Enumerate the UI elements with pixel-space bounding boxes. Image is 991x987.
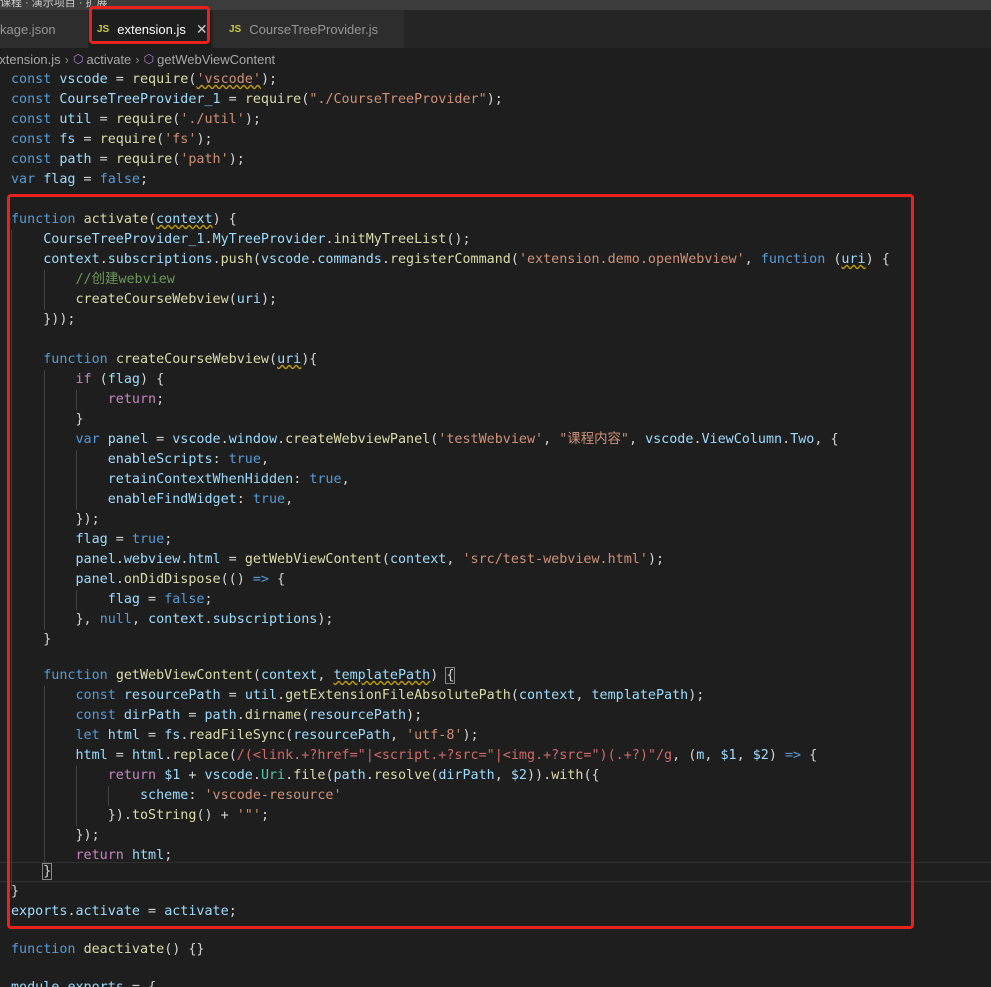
code-line: retainContextWhenHidden: true, <box>107 472 350 487</box>
code-line: return; <box>107 392 165 407</box>
code-line: } <box>11 884 20 899</box>
tab-label: CourseTreeProvider.js <box>249 21 379 37</box>
code-line: enableScripts: true, <box>107 452 269 467</box>
code-line: }); <box>11 512 100 527</box>
code-line: function createCourseWebview(uri){ <box>43 352 318 367</box>
code-line: scheme: 'vscode-resource' <box>140 788 342 803</box>
method-icon: ⬡ <box>143 52 155 66</box>
tab-label: extension.js <box>117 21 186 37</box>
tab-package-json[interactable]: kage.json <box>0 10 89 48</box>
breadcrumb: extension.js › ⬡ activate › ⬡ getWebView… <box>0 48 991 70</box>
code-line: if (flag) { <box>75 372 165 387</box>
code-line: const CourseTreeProvider_1 = require("./… <box>11 92 503 107</box>
code-line: flag = true; <box>75 532 173 547</box>
code-line: const util = require('./util'); <box>11 112 261 127</box>
code-line: function getWebViewContent(context, temp… <box>43 667 456 684</box>
code-line: }).toString() + '"'; <box>11 808 269 823</box>
javascript-file-icon: JS <box>97 23 110 35</box>
breadcrumb-symbol-getwebviewcontent[interactable]: getWebViewContent <box>157 52 275 67</box>
code-line: const resourcePath = util.getExtensionFi… <box>75 688 705 703</box>
code-line: CourseTreeProvider_1.MyTreeProvider.init… <box>43 232 471 247</box>
code-line: })); <box>11 312 76 327</box>
code-line: } <box>11 412 84 427</box>
close-icon[interactable]: ✕ <box>196 21 208 38</box>
code-line: enableFindWidget: true, <box>107 492 294 507</box>
chevron-right-icon: › <box>64 51 69 67</box>
tab-course-tree-provider[interactable]: JS CourseTreeProvider.js <box>213 10 405 48</box>
code-line: createCourseWebview(uri); <box>75 292 278 307</box>
code-line: let html = fs.readFileSync(resourcePath,… <box>75 728 479 743</box>
code-line: }, null, context.subscriptions); <box>11 612 334 627</box>
code-line: const vscode = require('vscode'); <box>11 72 278 87</box>
title-bar-text: 课程 · 演示项目 · 扩展 <box>0 0 108 9</box>
code-line: exports.activate = activate; <box>11 904 237 919</box>
code-line: const fs = require('fs'); <box>11 132 213 147</box>
tab-extension-js[interactable]: JS extension.js ✕ <box>89 10 211 48</box>
chevron-right-icon: › <box>135 51 140 67</box>
code-line: const dirPath = path.dirname(resourcePat… <box>75 708 423 723</box>
code-line: return $1 + vscode.Uri.file(path.resolve… <box>107 768 600 783</box>
code-line: var panel = vscode.window.createWebviewP… <box>75 432 839 447</box>
tab-label: kage.json <box>0 21 56 37</box>
javascript-file-icon: JS <box>229 23 242 35</box>
code-line: panel.webview.html = getWebViewContent(c… <box>75 552 665 567</box>
code-line: } <box>42 863 53 880</box>
code-line: } <box>11 632 52 647</box>
code-line: function deactivate() {} <box>11 942 205 957</box>
code-line: module.exports = { <box>11 978 156 987</box>
code-line: function activate(context) { <box>11 212 237 227</box>
method-icon: ⬡ <box>73 52 84 66</box>
breadcrumb-file[interactable]: extension.js <box>0 52 61 67</box>
code-line: flag = false; <box>107 592 213 607</box>
code-line: var flag = false; <box>11 172 149 187</box>
breadcrumb-symbol-activate[interactable]: activate <box>86 52 131 67</box>
code-line: }); <box>11 828 100 843</box>
code-line: //创建webview <box>75 272 175 287</box>
code-line: const path = require('path'); <box>11 152 245 167</box>
title-bar: 课程 · 演示项目 · 扩展 <box>0 0 991 10</box>
code-line: panel.onDidDispose(() => { <box>75 572 286 587</box>
code-editor[interactable]: const vscode = require('vscode'); const … <box>0 70 991 987</box>
tab-bar: kage.json JS extension.js ✕ JS CourseTre… <box>0 10 991 48</box>
code-line: html = html.replace(/(<link.+?href="|<sc… <box>75 748 818 763</box>
code-line: context.subscriptions.push(vscode.comman… <box>43 252 890 267</box>
